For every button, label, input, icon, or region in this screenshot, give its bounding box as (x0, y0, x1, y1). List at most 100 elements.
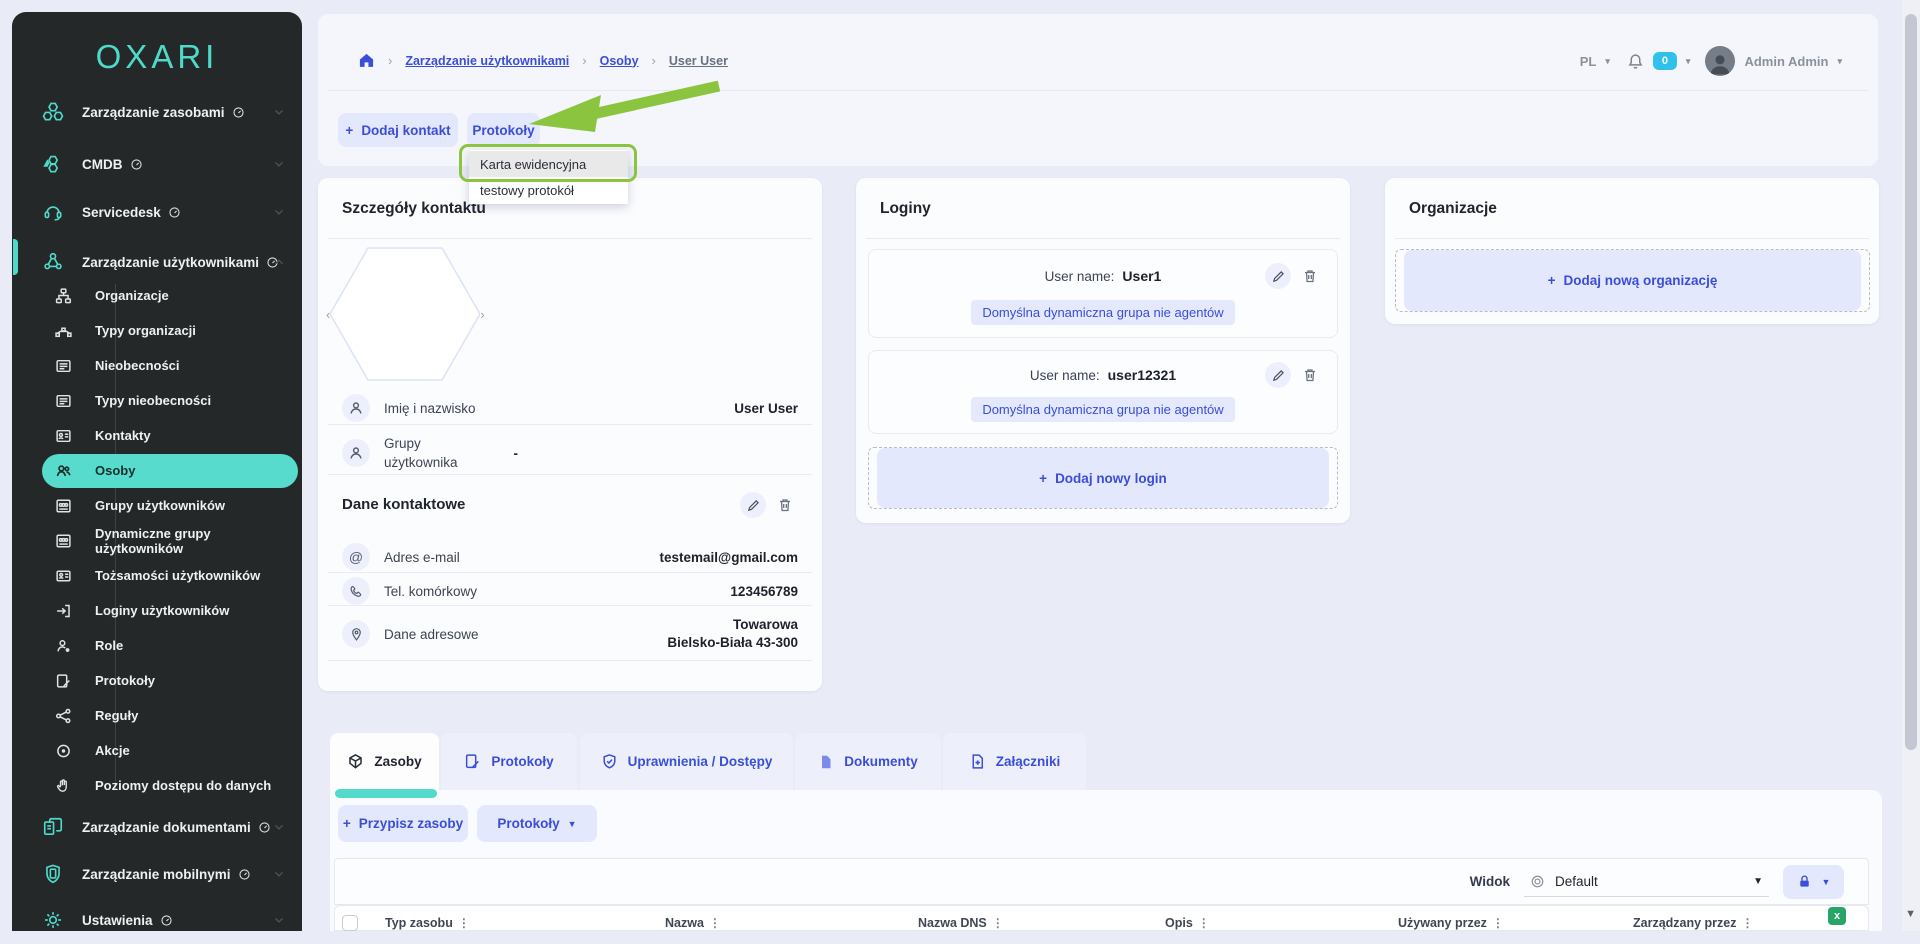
edit-icon[interactable] (740, 492, 766, 518)
delete-icon[interactable] (1297, 362, 1323, 388)
tab-label: Dokumenty (844, 754, 918, 769)
column-menu-icon[interactable]: ⋮ (709, 916, 720, 930)
column-header[interactable]: Nazwa DNS⋮ (918, 916, 1003, 930)
sidebar-item-osoby[interactable]: Osoby (12, 453, 302, 488)
sidebar: OXARI Zarządzanie zasobami CMDB Serviced… (12, 12, 302, 931)
menu-item-testowy-protokol[interactable]: testowy protokół (469, 177, 628, 203)
delete-icon[interactable] (1297, 263, 1323, 289)
sidebar-item-ustawienia[interactable]: Ustawienia (12, 896, 302, 944)
export-excel-icon[interactable]: x (1828, 907, 1846, 925)
tab-zasoby[interactable]: Zasoby (330, 733, 439, 790)
documents-icon (42, 816, 64, 838)
sidebar-item-loginy[interactable]: Loginy użytkowników (12, 593, 302, 628)
phone-row: Tel. komórkowy 123456789 (342, 576, 798, 606)
field-label: Grupyużytkownika (384, 434, 458, 472)
sidebar-item-reguly[interactable]: Reguły (12, 698, 302, 733)
sidebar-item-label: Kontakty (95, 428, 151, 443)
gauge-icon (238, 868, 251, 881)
bell-icon[interactable] (1627, 53, 1644, 70)
sidebar-item-cmdb[interactable]: CMDB (12, 140, 302, 188)
identity-badge-icon (55, 567, 72, 584)
sidebar-item-grupy-uzytkownikow[interactable]: Grupy użytkowników (12, 488, 302, 523)
edit-icon[interactable] (1265, 263, 1291, 289)
tab-uprawnienia[interactable]: Uprawnienia / Dostępy (580, 733, 793, 790)
column-header[interactable]: Nazwa⋮ (665, 916, 720, 930)
column-menu-icon[interactable]: ⋮ (1492, 916, 1503, 930)
breadcrumb-separator: › (652, 53, 656, 68)
select-all-checkbox[interactable] (342, 915, 358, 931)
edit-icon[interactable] (1265, 362, 1291, 388)
avatar[interactable] (1705, 46, 1735, 76)
tab-protokoly[interactable]: Protokoły (441, 733, 577, 790)
scrollbar[interactable]: ▼ (1902, 0, 1920, 931)
sidebar-item-servicedesk[interactable]: Servicedesk (12, 188, 302, 236)
column-header[interactable]: Używany przez⋮ (1398, 916, 1503, 930)
sidebar-item-typy-organizacji[interactable]: Typy organizacji (12, 313, 302, 348)
sidebar-item-role[interactable]: Role (12, 628, 302, 663)
protocols-button[interactable]: Protokoły (467, 113, 540, 147)
lock-view-button[interactable]: ▼ (1783, 865, 1844, 899)
breadcrumb-separator: › (388, 53, 392, 68)
vector-nodes-icon (55, 322, 72, 339)
view-select[interactable]: Default ▼ (1524, 867, 1769, 897)
sidebar-item-typy-nieobecnosci[interactable]: Typy nieobecności (12, 383, 302, 418)
divider (328, 660, 812, 661)
sitemap-icon (55, 287, 72, 304)
sidebar-item-zarzadzanie-zasobami[interactable]: Zarządzanie zasobami (12, 88, 302, 136)
add-contact-button[interactable]: + Dodaj kontakt (338, 113, 458, 147)
protocols-label: Protokoły (472, 123, 534, 138)
sidebar-item-organizacje[interactable]: Organizacje (12, 278, 302, 313)
divider (328, 424, 812, 425)
sidebar-item-tozsamosci[interactable]: Tożsamości użytkowników (12, 558, 302, 593)
sidebar-item-akcje[interactable]: Akcje (12, 733, 302, 768)
caret-down-icon[interactable]: ▾ (1686, 56, 1691, 67)
sidebar-item-nieobecnosci[interactable]: Nieobecności (12, 348, 302, 383)
sidebar-item-zarzadzanie-mobilnymi[interactable]: Zarządzanie mobilnymi (12, 850, 302, 898)
notification-badge[interactable]: 0 (1653, 52, 1677, 70)
protocols-label: Protokoły (497, 816, 559, 831)
column-menu-icon[interactable]: ⋮ (992, 916, 1003, 930)
add-organization-button[interactable]: + Dodaj nową organizację (1404, 250, 1861, 311)
breadcrumb-link-osoby[interactable]: Osoby (600, 54, 639, 68)
add-login-button[interactable]: + Dodaj nowy login (877, 448, 1329, 508)
delete-icon[interactable] (772, 492, 798, 518)
page-header: › Zarządzanie użytkownikami › Osoby › Us… (318, 14, 1878, 166)
sidebar-item-zarzadzanie-dokumentami[interactable]: Zarządzanie dokumentami (12, 803, 302, 851)
caret-down-icon[interactable]: ▾ (1837, 56, 1842, 67)
home-icon[interactable] (358, 52, 375, 69)
tab-zalaczniki[interactable]: Załączniki (943, 733, 1086, 790)
assign-assets-label: Przypisz zasoby (359, 816, 463, 831)
plus-icon: + (1039, 471, 1047, 486)
column-header[interactable]: Typ zasobu⋮ (385, 916, 469, 930)
breadcrumb-link-users[interactable]: Zarządzanie użytkownikami (405, 54, 569, 68)
user-name[interactable]: Admin Admin (1744, 54, 1828, 69)
sidebar-item-poziomy-dostepu[interactable]: Poziomy dostępu do danych (12, 768, 302, 803)
sidebar-item-protokoly[interactable]: Protokoły (12, 663, 302, 698)
scrollbar-thumb[interactable] (1905, 14, 1917, 750)
next-arrow-icon[interactable]: › (480, 307, 484, 322)
add-login-label: Dodaj nowy login (1055, 471, 1167, 486)
sidebar-item-kontakty[interactable]: Kontakty (12, 418, 302, 453)
assets-protocols-dropdown-button[interactable]: Protokoły ▼ (477, 805, 597, 842)
document-plus-icon (969, 753, 986, 770)
sidebar-item-label: Ustawienia (82, 913, 153, 928)
organizations-card: Organizacje + Dodaj nową organizację (1385, 178, 1879, 324)
menu-item-karta-ewidencyjna[interactable]: Karta ewidencyjna (469, 151, 628, 177)
sidebar-item-label: Zarządzanie dokumentami (82, 820, 251, 835)
scrollbar-down-arrow[interactable]: ▼ (1905, 908, 1916, 920)
language-selector[interactable]: PL (1580, 54, 1597, 69)
username-label: User name: (1030, 368, 1100, 383)
tab-dokumenty[interactable]: Dokumenty (795, 733, 941, 790)
sidebar-item-dynamiczne-grupy[interactable]: Dynamiczne grupy użytkowników (12, 523, 302, 558)
column-menu-icon[interactable]: ⋮ (458, 916, 469, 930)
column-header[interactable]: Zarządzany przez⋮ (1633, 916, 1753, 930)
column-menu-icon[interactable]: ⋮ (1742, 916, 1753, 930)
divider (328, 238, 812, 239)
assign-assets-button[interactable]: + Przypisz zasoby (338, 805, 468, 842)
divider (328, 572, 812, 573)
caret-down-icon[interactable]: ▾ (1605, 56, 1610, 67)
column-header[interactable]: Opis⋮ (1165, 916, 1209, 930)
add-contact-label: Dodaj kontakt (361, 123, 450, 138)
sidebar-item-label: Reguły (95, 708, 138, 723)
column-menu-icon[interactable]: ⋮ (1198, 916, 1209, 930)
